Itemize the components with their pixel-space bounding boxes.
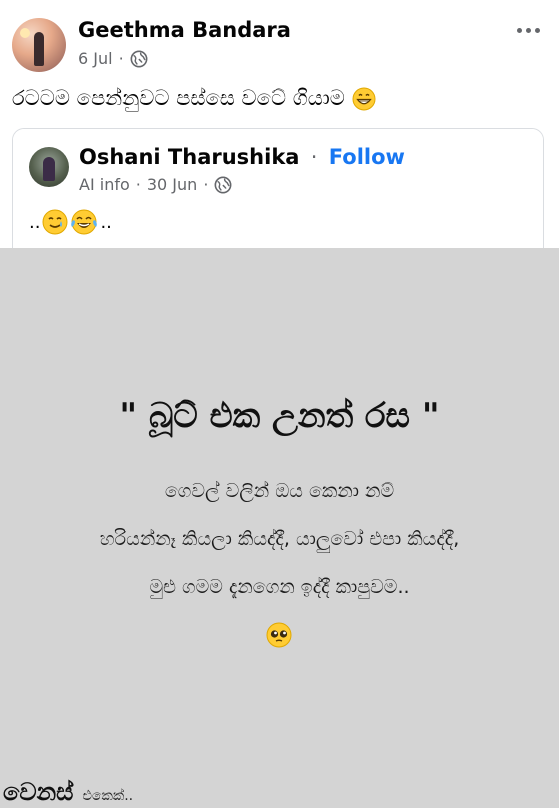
smiling-face-with-tear-icon (42, 209, 68, 235)
watermark-main: වෙනස් (3, 778, 74, 806)
shared-meta-separator: · (135, 175, 141, 194)
globe-icon[interactable] (130, 50, 148, 68)
shared-post-header: Oshani Tharushika · Follow AI info · 30 … (13, 129, 543, 249)
meta-separator: · (118, 49, 124, 68)
follow-button[interactable]: Follow (329, 145, 405, 169)
shared-text-suffix: .. (100, 211, 112, 233)
shared-author-name[interactable]: Oshani Tharushika (79, 145, 299, 169)
shared-post-text: .. .. (29, 209, 112, 235)
watermark-sub: එකෙක්.. (82, 788, 134, 804)
image-line-3: මුළු ගමම දැනගෙන ඉද්දී කාපුවම.. (149, 576, 410, 598)
image-watermark: වෙනස් එකෙක්.. (3, 778, 133, 806)
post-caption-text: රටටම පෙන්නුවට පස්සෙ වටේ ගියාම (12, 86, 345, 110)
shared-post-meta: AI info · 30 Jun · (79, 175, 232, 194)
shared-avatar-figure (43, 157, 55, 181)
shared-date[interactable]: 30 Jun (147, 175, 197, 194)
post-date[interactable]: 6 Jul (78, 49, 113, 68)
shared-text-prefix: .. (29, 211, 41, 233)
globe-icon[interactable] (214, 176, 232, 194)
avatar-silhouette (34, 32, 44, 66)
shared-author-line: Oshani Tharushika · Follow (79, 145, 405, 169)
post-image[interactable]: " බූට් එක උනත් රස " ගෙවල් වලින් ඔය කෙනා … (0, 248, 559, 808)
author-name[interactable]: Geethma Bandara (78, 18, 291, 42)
post-meta: 6 Jul · (78, 49, 148, 68)
more-options-icon[interactable] (511, 18, 545, 42)
image-title: " බූට් එක උනත් රස " (119, 396, 440, 436)
shared-meta-separator-2: · (203, 175, 209, 194)
image-line-2: හරියන්නෑ කියලා කියද්දී, යාලුවෝ එපා කියද්… (99, 528, 460, 550)
shared-author-avatar[interactable] (29, 147, 69, 187)
image-line-1: ගෙවල් වලින් ඔය කෙනා නම් (164, 480, 395, 502)
shared-source[interactable]: AI info (79, 175, 130, 194)
grinning-face-icon (352, 87, 376, 111)
post-header: Geethma Bandara 6 Jul · (12, 16, 547, 76)
shared-name-separator: · (310, 145, 318, 169)
avatar-sun (20, 28, 30, 38)
pleading-face-icon (266, 622, 292, 648)
face-with-tears-of-joy-icon (71, 209, 98, 235)
author-avatar[interactable] (12, 18, 66, 72)
post-caption: රටටම පෙන්නුවට පස්සෙ වටේ ගියාම (12, 86, 376, 111)
